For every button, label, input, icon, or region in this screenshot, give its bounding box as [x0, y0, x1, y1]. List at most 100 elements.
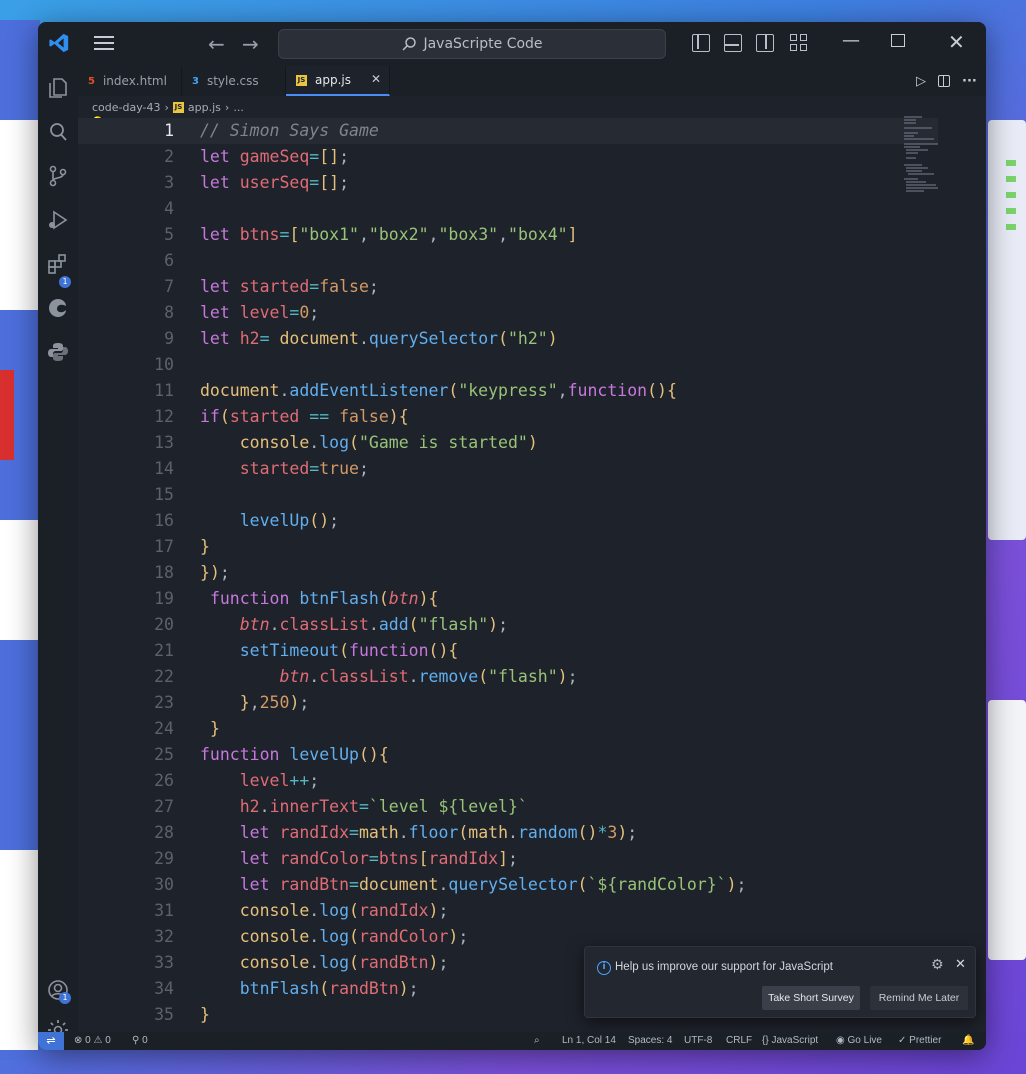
explorer-icon[interactable] — [46, 76, 70, 100]
code-text[interactable]: level++; — [200, 768, 319, 794]
ports-indicator[interactable]: ⚲ 0 — [132, 1035, 148, 1046]
close-window-icon[interactable]: ✕ — [948, 30, 965, 54]
language-mode[interactable]: {} JavaScript — [762, 1035, 818, 1046]
code-line[interactable]: 25 function levelUp(){ — [78, 742, 938, 768]
code-line[interactable]: 9 let h2= document.querySelector("h2") — [78, 326, 938, 352]
python-icon[interactable] — [46, 340, 70, 364]
code-text[interactable]: function levelUp(){ — [200, 742, 389, 768]
code-line[interactable]: 27 h2.innerText=`level ${level}` — [78, 794, 938, 820]
edge-tools-icon[interactable] — [46, 296, 70, 320]
maximize-icon[interactable] — [891, 34, 905, 47]
code-line[interactable]: 31 console.log(randIdx); — [78, 898, 938, 924]
indentation[interactable]: Spaces: 4 — [628, 1035, 672, 1046]
code-text[interactable]: started=true; — [200, 456, 369, 482]
breadcrumb-symbol[interactable]: ... — [233, 101, 244, 114]
encoding[interactable]: UTF-8 — [684, 1035, 712, 1046]
code-line[interactable]: 3 let userSeq=[]; — [78, 170, 938, 196]
toggle-secondary-sidebar-icon[interactable] — [756, 34, 774, 52]
code-line[interactable]: 30 let randBtn=document.querySelector(`$… — [78, 872, 938, 898]
code-text[interactable]: }); — [200, 560, 230, 586]
code-text[interactable]: } — [200, 1002, 210, 1028]
command-center-search[interactable]: JavaScripte Code — [278, 29, 666, 59]
close-notification-icon[interactable]: ✕ — [955, 957, 966, 972]
code-text[interactable]: btn.classList.remove("flash"); — [200, 664, 577, 690]
code-text[interactable]: let level=0; — [200, 300, 319, 326]
notifications-bell-icon[interactable]: 🔔 — [962, 1035, 974, 1046]
code-text[interactable]: console.log(randIdx); — [200, 898, 449, 924]
line-ending[interactable]: CRLF — [726, 1035, 752, 1046]
code-line[interactable]: 28 let randIdx=math.floor(math.random()*… — [78, 820, 938, 846]
code-text[interactable]: } — [200, 534, 210, 560]
code-text[interactable]: console.log("Game is started") — [200, 430, 538, 456]
code-line[interactable]: 24 } — [78, 716, 938, 742]
code-text[interactable]: let started=false; — [200, 274, 379, 300]
code-line[interactable]: 4 — [78, 196, 938, 222]
go-live-button[interactable]: ◉ Go Live — [836, 1035, 882, 1046]
code-line[interactable]: 26 level++; — [78, 768, 938, 794]
cursor-position[interactable]: Ln 1, Col 14 — [562, 1035, 616, 1046]
code-line[interactable]: 10 — [78, 352, 938, 378]
code-line[interactable]: 21 setTimeout(function(){ — [78, 638, 938, 664]
code-text[interactable]: document.addEventListener("keypress",fun… — [200, 378, 677, 404]
close-tab-icon[interactable]: ✕ — [371, 72, 381, 86]
more-actions-icon[interactable]: ··· — [962, 74, 977, 89]
code-line[interactable]: 15 — [78, 482, 938, 508]
run-file-icon[interactable]: ▷ — [916, 74, 926, 89]
code-text[interactable]: let userSeq=[]; — [200, 170, 349, 196]
code-line[interactable]: 12 if(started == false){ — [78, 404, 938, 430]
code-text[interactable]: if(started == false){ — [200, 404, 409, 430]
code-line[interactable]: 17} — [78, 534, 938, 560]
minimap[interactable] — [902, 114, 938, 194]
code-line[interactable]: 13 console.log("Game is started") — [78, 430, 938, 456]
menu-icon[interactable] — [94, 36, 114, 52]
customize-layout-icon[interactable] — [790, 34, 808, 52]
code-line[interactable]: 16 levelUp(); — [78, 508, 938, 534]
code-line[interactable]: 19 function btnFlash(btn){ — [78, 586, 938, 612]
remote-indicator-icon[interactable]: ⇌ — [38, 1032, 64, 1050]
code-line[interactable]: 18}); — [78, 560, 938, 586]
code-text[interactable]: let randIdx=math.floor(math.random()*3); — [200, 820, 637, 846]
code-line[interactable]: 23 },250); — [78, 690, 938, 716]
back-arrow-icon[interactable]: ← — [208, 32, 225, 56]
code-line[interactable]: 8 let level=0; — [78, 300, 938, 326]
code-text[interactable]: h2.innerText=`level ${level}` — [200, 794, 528, 820]
code-text[interactable]: btn.classList.add("flash"); — [200, 612, 508, 638]
code-text[interactable]: console.log(randBtn); — [200, 950, 449, 976]
remind-later-button[interactable]: Remind Me Later — [870, 986, 968, 1010]
breadcrumb-file[interactable]: app.js — [188, 101, 221, 114]
breadcrumb-folder[interactable]: code-day-43 — [92, 101, 161, 114]
code-text[interactable]: let randBtn=document.querySelector(`${ra… — [200, 872, 747, 898]
code-text[interactable]: levelUp(); — [200, 508, 339, 534]
code-text[interactable]: } — [200, 716, 220, 742]
forward-arrow-icon[interactable]: → — [242, 32, 259, 56]
code-text[interactable]: },250); — [200, 690, 310, 716]
code-text[interactable]: let gameSeq=[]; — [200, 144, 349, 170]
run-debug-icon[interactable] — [46, 208, 70, 232]
toggle-panel-icon[interactable] — [724, 34, 742, 52]
code-text[interactable]: btnFlash(randBtn); — [200, 976, 419, 1002]
code-text[interactable]: let h2= document.querySelector("h2") — [200, 326, 558, 352]
zoom-search-icon[interactable]: ⌕ — [534, 1035, 540, 1046]
tab-index-html[interactable]: 5 index.html — [78, 66, 182, 96]
code-line[interactable]: 7 let started=false; — [78, 274, 938, 300]
tab-style-css[interactable]: 3 style.css — [182, 66, 286, 96]
code-line[interactable]: 14 started=true; — [78, 456, 938, 482]
code-text[interactable]: setTimeout(function(){ — [200, 638, 459, 664]
tab-app-js[interactable]: JS app.js ✕ — [286, 66, 390, 96]
code-line[interactable]: 11 document.addEventListener("keypress",f… — [78, 378, 938, 404]
code-text[interactable]: let btns=["box1","box2","box3","box4"] — [200, 222, 578, 248]
code-editor[interactable]: 💡 1// Simon Says Game2let gameSeq=[];3le… — [78, 114, 938, 1032]
code-line[interactable]: 1 // Simon Says Game — [78, 118, 938, 144]
code-text[interactable]: console.log(randColor); — [200, 924, 469, 950]
code-text[interactable]: let randColor=btns[randIdx]; — [200, 846, 518, 872]
notification-settings-icon[interactable]: ⚙ — [931, 957, 944, 973]
search-view-icon[interactable] — [46, 120, 70, 144]
minimize-icon[interactable]: — — [842, 30, 860, 51]
prettier-status[interactable]: ✓ Prettier — [898, 1035, 941, 1046]
code-line[interactable]: 29 let randColor=btns[randIdx]; — [78, 846, 938, 872]
split-editor-icon[interactable] — [938, 75, 950, 87]
code-line[interactable]: 22 btn.classList.remove("flash"); — [78, 664, 938, 690]
code-text[interactable]: function btnFlash(btn){ — [200, 586, 439, 612]
code-line[interactable]: 2 let gameSeq=[]; — [78, 144, 938, 170]
code-line[interactable]: 6 — [78, 248, 938, 274]
